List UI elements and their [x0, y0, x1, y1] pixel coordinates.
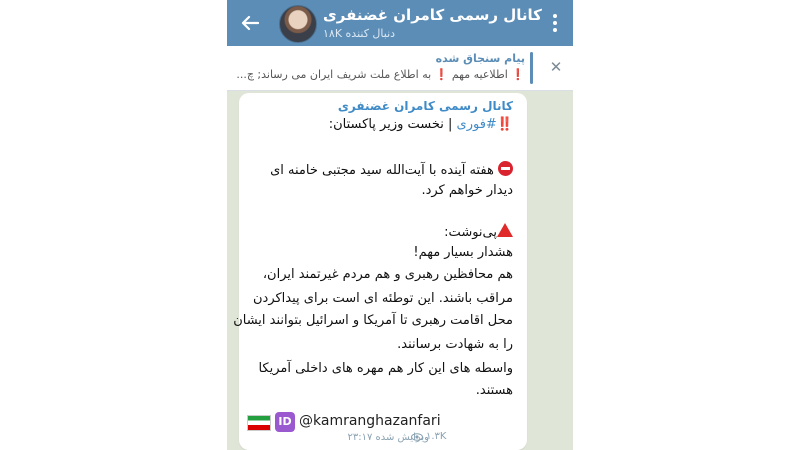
- telegram-channel-screen: کانال رسمی کامران غضنفری دنبال کننده ۱۸K…: [227, 0, 573, 450]
- close-icon[interactable]: ✕: [547, 58, 565, 76]
- arrow-left-icon: [241, 15, 259, 31]
- message-line-9: را به شهادت برسانند.: [397, 337, 513, 352]
- pinned-label: پیام سنجاق شده: [435, 52, 525, 65]
- message-line-3: دیدار خواهم کرد.: [421, 183, 513, 198]
- kebab-menu-icon: [553, 14, 557, 32]
- id-badge-icon: ID: [275, 412, 295, 432]
- iran-flag-icon: [247, 415, 271, 431]
- message-line-11: هستند.: [475, 383, 513, 398]
- no-entry-icon: [498, 161, 513, 176]
- channel-header: کانال رسمی کامران غضنفری دنبال کننده ۱۸K: [227, 0, 573, 46]
- signature-row: ID @kamranghazanfari: [239, 411, 527, 433]
- message-bubble[interactable]: کانال رسمی کامران غضنفری ‼️#فوری | نخست …: [233, 93, 527, 450]
- hashtag-link[interactable]: #فوری: [457, 117, 497, 132]
- message-text: | نخست وزیر پاکستان:: [328, 117, 457, 132]
- message-line-7: مراقب باشند. این توطئه ای است برای پیداک…: [252, 291, 513, 306]
- message-line-5: هشدار بسیار مهم!: [413, 245, 513, 260]
- double-exclamation-icon: ‼️: [496, 117, 513, 132]
- message-line-10: واسطه های این کار هم مهره های داخلی آمری…: [258, 361, 513, 376]
- message-text: هفته آینده با آیت‌الله سید مجتبی خامنه ا…: [270, 163, 494, 178]
- message-line-8: محل اقامت رهبری تا آمریکا و اسرائیل بتوا…: [233, 313, 513, 328]
- channel-avatar[interactable]: [279, 5, 317, 43]
- menu-button[interactable]: [543, 10, 567, 36]
- message-line-6: هم محافظین رهبری و هم مردم غیرتمند ایران…: [262, 267, 513, 282]
- message-line-2: هفته آینده با آیت‌الله سید مجتبی خامنه ا…: [270, 161, 513, 178]
- message-line-1: ‼️#فوری | نخست وزیر پاکستان:: [329, 117, 513, 132]
- back-button[interactable]: [235, 8, 265, 38]
- message-line-4: پی‌نوشت:: [444, 223, 513, 240]
- exclamation-icon: ❗: [511, 68, 525, 81]
- pinned-preview-text: ❗ اطلاعیه مهم ❗ به اطلاع ملت شریف ایران …: [235, 68, 525, 81]
- warning-triangle-icon: [497, 223, 513, 237]
- subscriber-count: دنبال کننده ۱۸K: [323, 27, 396, 40]
- edited-time: ویرایش شده ۲۳:۱۷: [347, 432, 429, 443]
- channel-handle-link[interactable]: @kamranghazanfari: [299, 413, 441, 429]
- channel-title[interactable]: کانال رسمی کامران غضنفری: [323, 6, 542, 24]
- pinned-text: اطلاعیه مهم ❗ به اطلاع ملت شریف ایران می…: [236, 68, 508, 81]
- pinned-message-bar[interactable]: ✕ پیام سنجاق شده ❗ اطلاعیه مهم ❗ به اطلا…: [227, 46, 573, 91]
- pinned-indicator: [530, 52, 533, 84]
- message-sender[interactable]: کانال رسمی کامران غضنفری: [338, 99, 513, 113]
- message-text: پی‌نوشت:: [444, 225, 497, 240]
- view-count: ۱.۳K: [426, 431, 447, 442]
